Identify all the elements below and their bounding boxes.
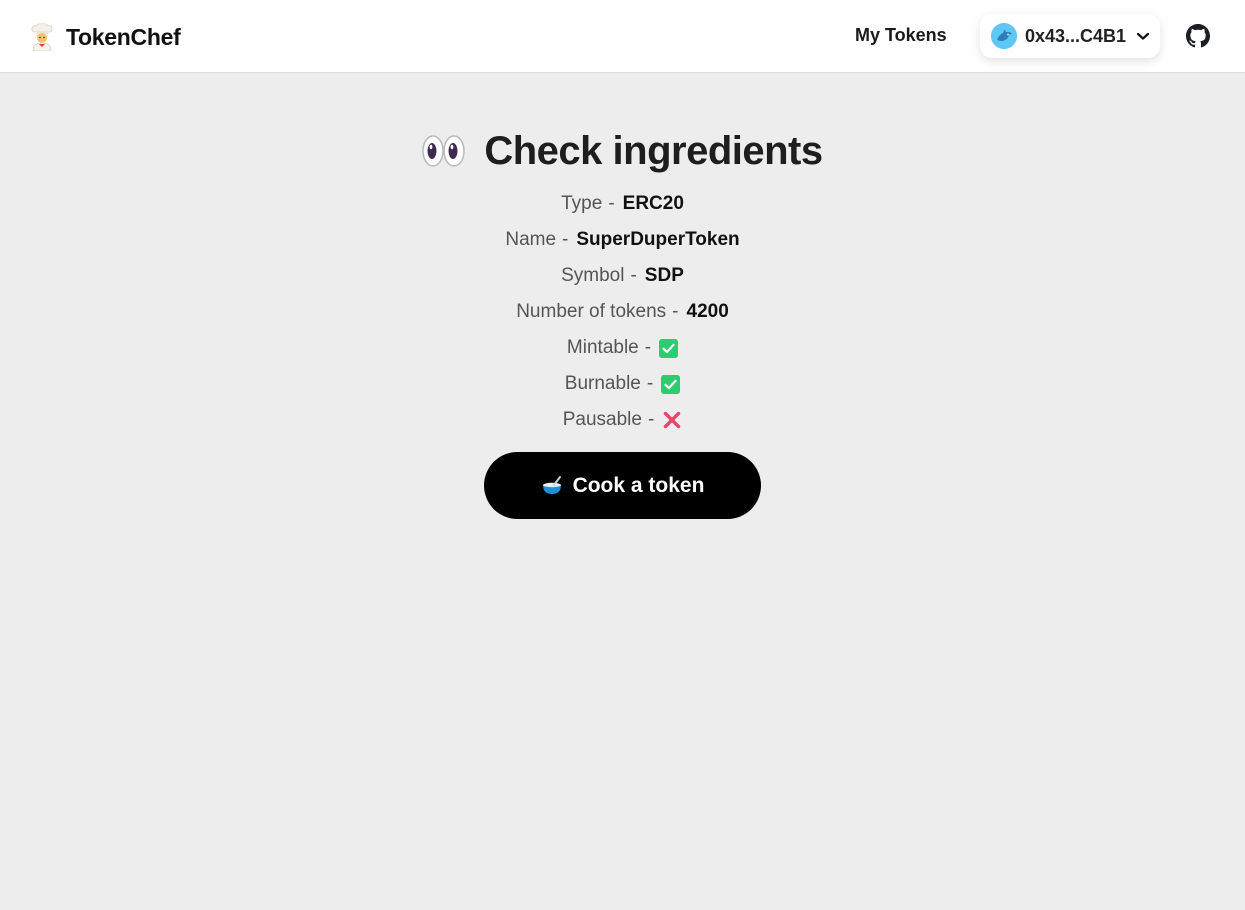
checkmark-icon bbox=[659, 338, 679, 358]
github-icon[interactable] bbox=[1186, 24, 1210, 48]
cross-icon bbox=[664, 411, 681, 429]
detail-row-supply: Number of tokens - 4200 bbox=[0, 299, 1245, 325]
bowl-icon bbox=[542, 475, 561, 494]
detail-value: SDP bbox=[644, 265, 684, 286]
chef-icon bbox=[31, 23, 53, 51]
detail-separator: - bbox=[647, 409, 655, 430]
my-tokens-link[interactable]: My Tokens bbox=[855, 25, 947, 46]
detail-value: SuperDuperToken bbox=[576, 229, 740, 250]
page-heading: Check ingredients bbox=[0, 127, 1245, 175]
detail-label: Mintable bbox=[566, 337, 639, 358]
cook-token-button[interactable]: Cook a token bbox=[484, 452, 761, 519]
detail-separator: - bbox=[644, 337, 652, 358]
detail-row-symbol: Symbol - SDP bbox=[0, 263, 1245, 289]
detail-row-name: Name - SuperDuperToken bbox=[0, 227, 1245, 253]
detail-separator: - bbox=[646, 373, 654, 394]
detail-label: Name bbox=[505, 229, 557, 250]
detail-label: Symbol bbox=[561, 265, 625, 286]
eyes-icon bbox=[422, 135, 466, 167]
detail-separator: - bbox=[630, 265, 637, 286]
detail-label: Type bbox=[561, 193, 603, 214]
detail-label: Pausable bbox=[562, 409, 642, 430]
detail-separator: - bbox=[608, 193, 615, 214]
detail-row-type: Type - ERC20 bbox=[0, 191, 1245, 217]
detail-row-mintable: Mintable - bbox=[0, 335, 1245, 361]
brand-link[interactable]: TokenChef bbox=[30, 22, 181, 52]
detail-label: Burnable bbox=[564, 373, 641, 394]
dolphin-avatar-icon bbox=[991, 23, 1017, 49]
detail-separator: - bbox=[672, 301, 679, 322]
cook-button-label: Cook a token bbox=[572, 473, 705, 497]
detail-value: 4200 bbox=[686, 301, 729, 322]
detail-separator: - bbox=[562, 229, 569, 250]
chevron-down-icon bbox=[1136, 32, 1150, 40]
detail-value: ERC20 bbox=[622, 193, 684, 214]
account-address: 0x43...C4B1 bbox=[1025, 25, 1127, 46]
top-navbar: TokenChef My Tokens 0x43...C4B1 bbox=[0, 0, 1245, 73]
checkmark-icon bbox=[661, 374, 681, 394]
detail-label: Number of tokens bbox=[516, 301, 667, 322]
page-title: Check ingredients bbox=[484, 128, 823, 173]
brand-name: TokenChef bbox=[66, 23, 181, 50]
detail-row-burnable: Burnable - bbox=[0, 371, 1245, 397]
account-button[interactable]: 0x43...C4B1 bbox=[980, 14, 1160, 58]
detail-row-pausable: Pausable - bbox=[0, 407, 1245, 433]
